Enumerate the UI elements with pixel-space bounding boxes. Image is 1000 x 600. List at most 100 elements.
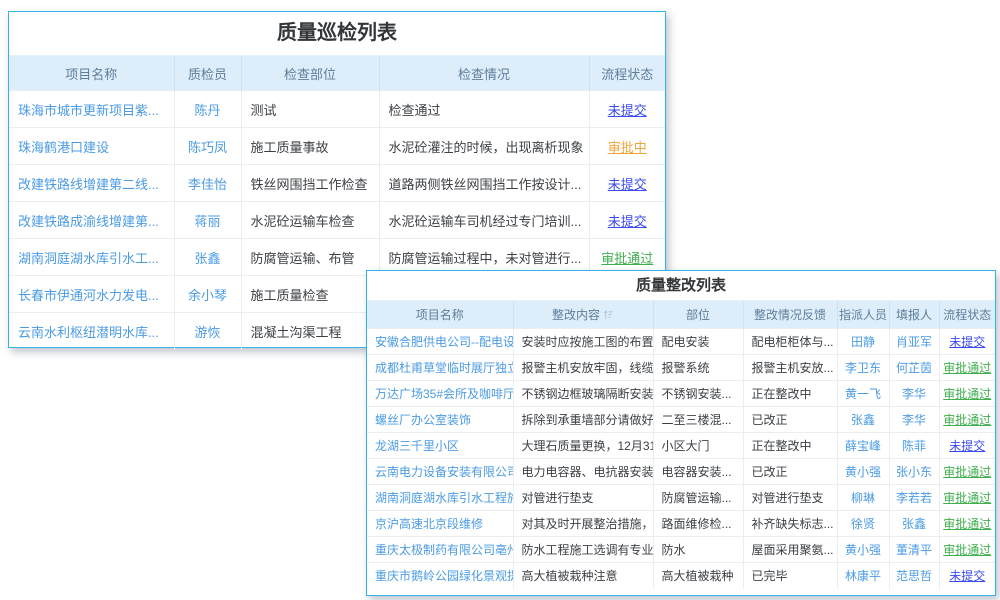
assignee-link[interactable]: 黄小强 — [845, 465, 881, 479]
content-cell: 电力电容器、电抗器安装方案... — [513, 459, 653, 485]
reporter-link[interactable]: 范思哲 — [896, 569, 932, 583]
feedback-cell: 已改正 — [743, 459, 837, 485]
reporter-link[interactable]: 何芷茵 — [896, 361, 932, 375]
content-cell: 安装时应按施工图的布置，将... — [513, 329, 653, 355]
project-link[interactable]: 万达广场35#会所及咖啡厅空... — [375, 387, 513, 401]
column-header-inspector: 质检员 — [174, 56, 241, 91]
assignee-link[interactable]: 张鑫 — [851, 413, 875, 427]
project-link[interactable]: 龙湖三千里小区 — [375, 439, 459, 453]
assignee-link[interactable]: 田静 — [851, 335, 875, 349]
inspection-header-row: 项目名称 质检员 检查部位 检查情况 流程状态 — [9, 56, 665, 91]
status-link[interactable]: 审批通过 — [601, 251, 653, 266]
status-link[interactable]: 审批通过 — [943, 517, 991, 531]
table-row: 万达广场35#会所及咖啡厅空... 不锈钢边框玻璃隔断安装不牢... 不锈钢安装… — [367, 381, 995, 407]
column-header-content-label: 整改内容 — [552, 308, 600, 322]
assignee-link[interactable]: 黄小强 — [845, 543, 881, 557]
status-link[interactable]: 未提交 — [608, 103, 647, 118]
reporter-link[interactable]: 张小东 — [896, 465, 932, 479]
column-header-content: 整改内容 — [513, 301, 653, 329]
feedback-cell: 补齐缺失标志... — [743, 511, 837, 537]
assignee-link[interactable]: 柳琳 — [851, 491, 875, 505]
project-link[interactable]: 改建铁路线增建第二线... — [18, 177, 159, 192]
project-link[interactable]: 重庆太极制药有限公司亳州中... — [375, 543, 513, 557]
status-link[interactable]: 未提交 — [949, 569, 985, 583]
status-link[interactable]: 审批通过 — [943, 465, 991, 479]
project-link[interactable]: 重庆市鹅岭公园绿化景观提升... — [375, 569, 513, 583]
inspector-link[interactable]: 陈巧凤 — [188, 140, 227, 155]
table-row: 改建铁路成渝线增建第... 蒋丽 水泥砼运输车检查 水泥砼运输车司机经过专门培训… — [9, 202, 665, 239]
feedback-cell: 正在整改中 — [743, 381, 837, 407]
reporter-link[interactable]: 李华 — [902, 387, 926, 401]
part-cell: 配电安装 — [653, 329, 743, 355]
part-cell: 测试 — [241, 91, 379, 128]
status-link[interactable]: 审批通过 — [943, 413, 991, 427]
part-cell: 混凝土沟渠工程 — [241, 313, 379, 350]
status-link[interactable]: 未提交 — [608, 214, 647, 229]
project-link[interactable]: 云南水利枢纽潜明水库... — [18, 325, 159, 340]
reporter-link[interactable]: 董清平 — [896, 543, 932, 557]
project-link[interactable]: 湖南洞庭湖水库引水工程施工1标 — [375, 491, 513, 505]
reporter-link[interactable]: 李若若 — [896, 491, 932, 505]
assignee-link[interactable]: 黄一飞 — [845, 387, 881, 401]
status-link[interactable]: 未提交 — [949, 439, 985, 453]
table-row: 重庆市鹅岭公园绿化景观提升... 高大植被栽种注意 高大植被栽种 已完毕 林康平… — [367, 563, 995, 589]
inspector-link[interactable]: 游恢 — [194, 325, 220, 340]
part-cell: 报警系统 — [653, 355, 743, 381]
project-link[interactable]: 改建铁路成渝线增建第... — [18, 214, 159, 229]
status-link[interactable]: 未提交 — [608, 177, 647, 192]
part-cell: 铁丝网围挡工作检查 — [241, 165, 379, 202]
assignee-link[interactable]: 李卫东 — [845, 361, 881, 375]
project-link[interactable]: 京沪高速北京段维修 — [375, 517, 483, 531]
rectification-list-panel: 质量整改列表 项目名称 整改内容 部位 整改情况反馈 指派人员 填报人 流程状态… — [366, 270, 996, 596]
content-cell: 拆除到承重墙部分请做好加固... — [513, 407, 653, 433]
table-row: 安徽合肥供电公司--配电设备... 安装时应按施工图的布置，将... 配电安装 … — [367, 329, 995, 355]
status-link[interactable]: 审批通过 — [943, 543, 991, 557]
project-link[interactable]: 安徽合肥供电公司--配电设备... — [375, 335, 513, 349]
table-row: 成都杜甫草堂临时展厅独立展... 报警主机安放牢固，线缆连接... 报警系统 报… — [367, 355, 995, 381]
column-header-part: 部位 — [653, 301, 743, 329]
table-row: 云南电力设备安装有限公司20... 电力电容器、电抗器安装方案... 电容器安装… — [367, 459, 995, 485]
sort-icon[interactable] — [603, 309, 614, 323]
inspector-link[interactable]: 陈丹 — [194, 103, 220, 118]
reporter-link[interactable]: 陈菲 — [902, 439, 926, 453]
assignee-link[interactable]: 薛宝峰 — [845, 439, 881, 453]
project-link[interactable]: 湖南洞庭湖水库引水工... — [18, 251, 159, 266]
content-cell: 报警主机安放牢固，线缆连接... — [513, 355, 653, 381]
status-link[interactable]: 审批中 — [608, 140, 647, 155]
situation-cell: 水泥砼灌注的时候，出现离析现象 — [379, 128, 589, 165]
project-link[interactable]: 成都杜甫草堂临时展厅独立展... — [375, 361, 513, 375]
column-header-reporter: 填报人 — [889, 301, 939, 329]
table-row: 湖南洞庭湖水库引水工程施工1标 对管进行垫支 防腐管运输... 对管进行垫支 柳… — [367, 485, 995, 511]
part-cell: 路面维修检... — [653, 511, 743, 537]
assignee-link[interactable]: 徐贤 — [851, 517, 875, 531]
status-link[interactable]: 未提交 — [949, 335, 985, 349]
reporter-link[interactable]: 李华 — [902, 413, 926, 427]
inspector-link[interactable]: 李佳怡 — [188, 177, 227, 192]
feedback-cell: 配电柜柜体与... — [743, 329, 837, 355]
reporter-link[interactable]: 肖亚军 — [896, 335, 932, 349]
inspector-link[interactable]: 张鑫 — [194, 251, 220, 266]
content-cell: 防水工程施工选调有专业资质... — [513, 537, 653, 563]
status-link[interactable]: 审批通过 — [943, 387, 991, 401]
reporter-link[interactable]: 张鑫 — [902, 517, 926, 531]
situation-cell: 检查通过 — [379, 91, 589, 128]
status-link[interactable]: 审批通过 — [943, 361, 991, 375]
inspector-link[interactable]: 蒋丽 — [194, 214, 220, 229]
feedback-cell: 已完毕 — [743, 563, 837, 589]
inspector-link[interactable]: 余小琴 — [188, 288, 227, 303]
content-cell: 大理石质量更换，12月31日之... — [513, 433, 653, 459]
part-cell: 防水 — [653, 537, 743, 563]
project-link[interactable]: 螺丝厂办公室装饰 — [375, 413, 471, 427]
inspection-list-title: 质量巡检列表 — [9, 12, 665, 56]
project-link[interactable]: 长春市伊通河水力发电... — [18, 288, 159, 303]
project-link[interactable]: 珠海市城市更新项目紫... — [18, 103, 159, 118]
status-link[interactable]: 审批通过 — [943, 491, 991, 505]
project-link[interactable]: 云南电力设备安装有限公司20... — [375, 465, 513, 479]
column-header-part: 检查部位 — [241, 56, 379, 91]
project-link[interactable]: 珠海鹤港口建设 — [18, 140, 109, 155]
feedback-cell: 对管进行垫支 — [743, 485, 837, 511]
table-row: 螺丝厂办公室装饰 拆除到承重墙部分请做好加固... 二至三楼混... 已改正 张… — [367, 407, 995, 433]
assignee-link[interactable]: 林康平 — [845, 569, 881, 583]
table-row: 珠海市城市更新项目紫... 陈丹 测试 检查通过 未提交 — [9, 91, 665, 128]
rectification-list-title: 质量整改列表 — [367, 271, 995, 301]
